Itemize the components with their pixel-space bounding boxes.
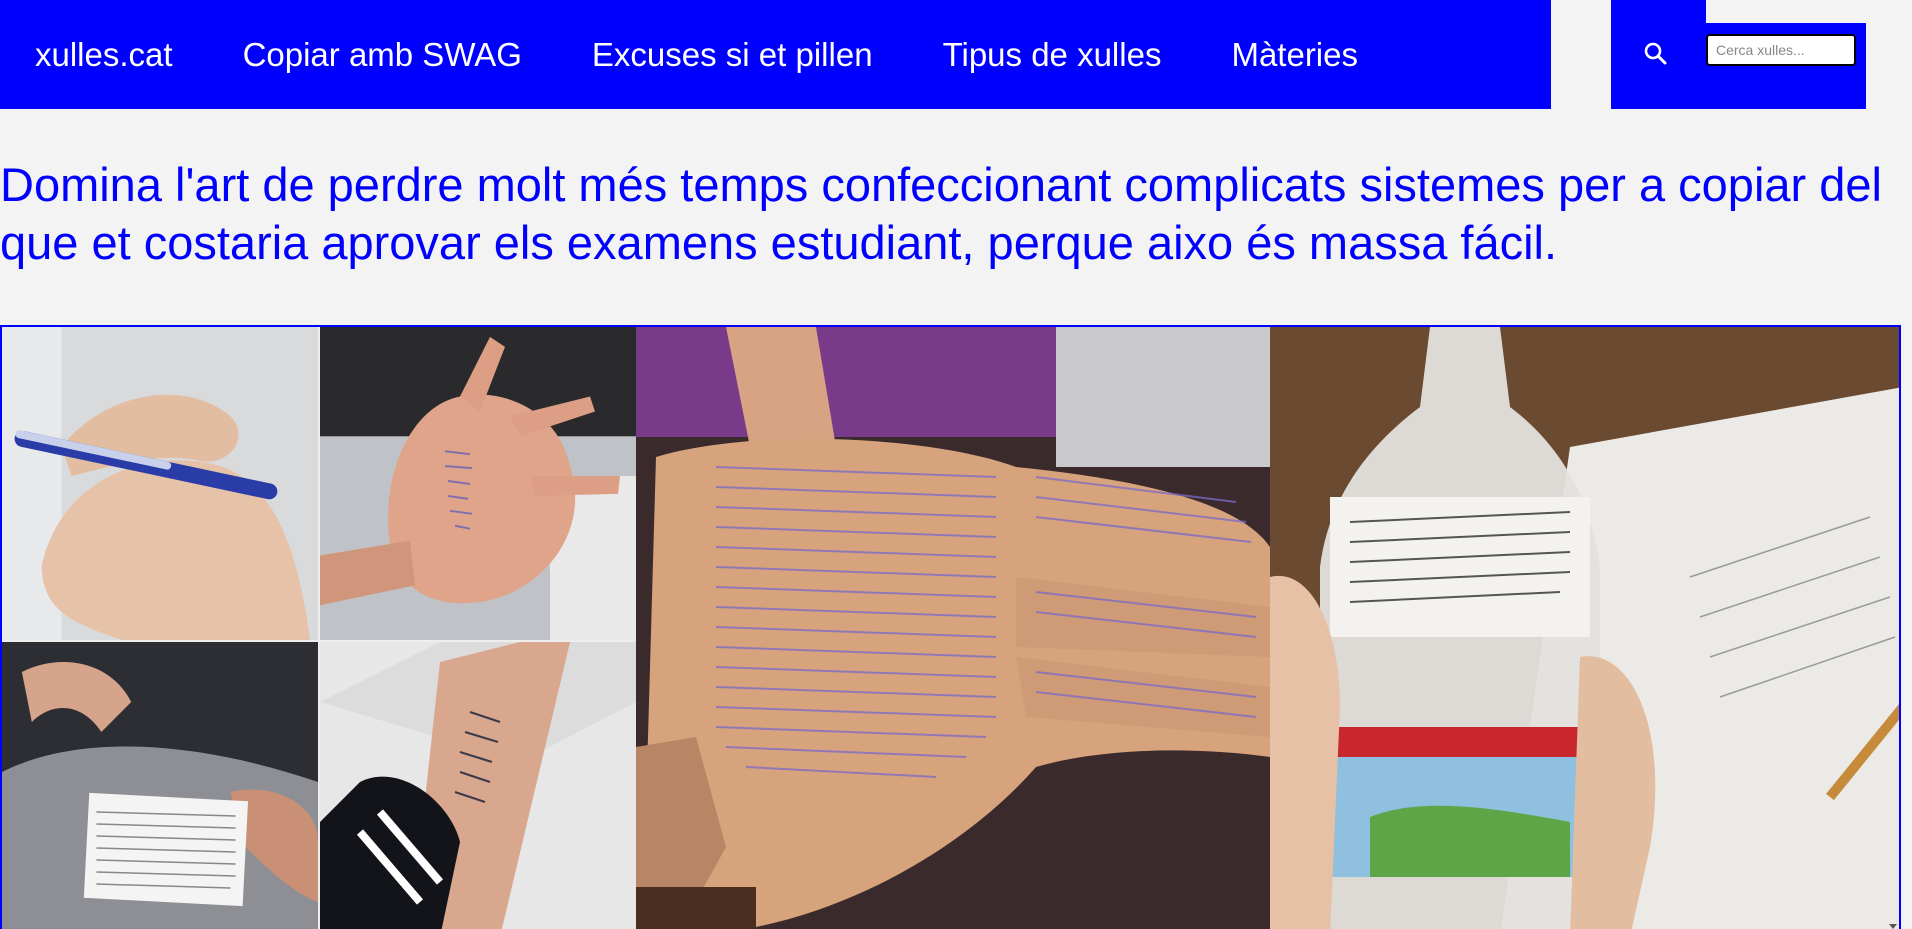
nav-link-excuses[interactable]: Excuses si et pillen — [557, 0, 908, 109]
search-icon[interactable] — [1643, 41, 1669, 67]
photo-hand-covered-in-notes — [636, 327, 1270, 929]
scroll-down-arrow-icon[interactable] — [1889, 924, 1897, 929]
photo-arm-notes — [320, 642, 636, 929]
page: xulles.cat Copiar amb SWAG Excuses si et… — [0, 0, 1912, 929]
top-navbar: xulles.cat Copiar amb SWAG Excuses si et… — [0, 0, 1551, 109]
nav-link-tipus-de-xulles[interactable]: Tipus de xulles — [908, 0, 1197, 109]
nav-link-materies[interactable]: Màteries — [1196, 0, 1393, 109]
hero-image-collage — [0, 325, 1901, 929]
nav-link-home[interactable]: xulles.cat — [0, 0, 208, 109]
photo-hand-with-pen — [2, 327, 320, 642]
nav-link-copiar-amb-swag[interactable]: Copiar amb SWAG — [208, 0, 557, 109]
search-box-notch — [1706, 0, 1912, 23]
photo-note-on-shoe — [2, 642, 320, 929]
search-input[interactable] — [1706, 34, 1856, 66]
page-headline: Domina l'art de perdre molt més temps co… — [0, 158, 1882, 269]
photo-palm-notes — [320, 327, 636, 642]
photo-water-bottle-label — [1270, 327, 1899, 929]
